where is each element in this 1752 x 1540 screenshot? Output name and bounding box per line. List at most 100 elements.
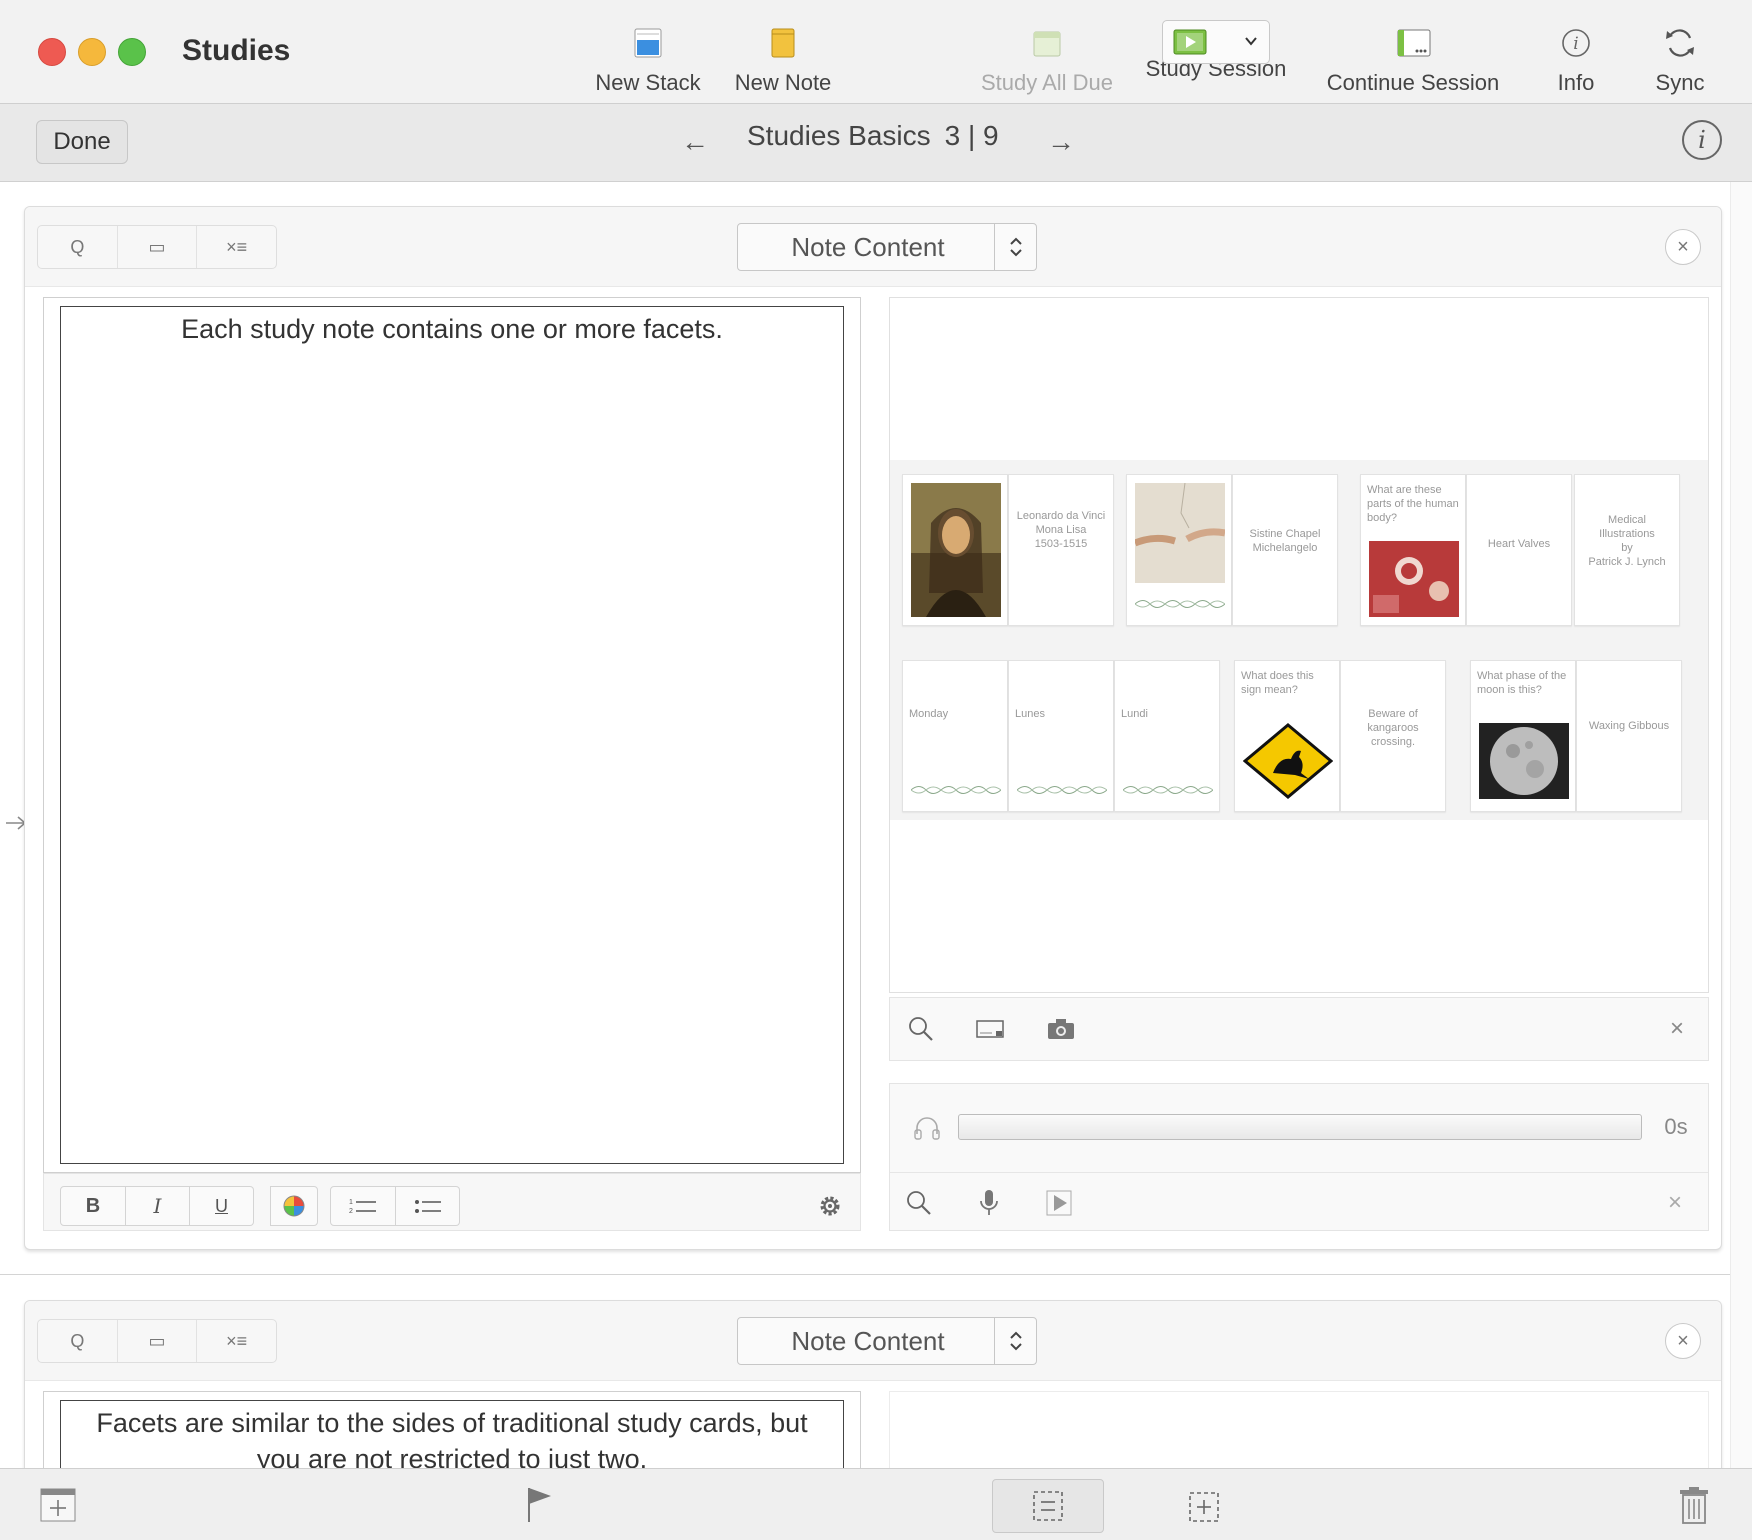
svg-text:2: 2	[349, 1208, 353, 1215]
media-card: Beware of kangaroos crossing.	[1340, 660, 1446, 812]
card-view-button[interactable]	[992, 1479, 1104, 1533]
info-icon: i	[1561, 26, 1591, 60]
bold-button[interactable]: B	[60, 1186, 126, 1226]
study-session-split-button[interactable]	[1162, 20, 1270, 64]
text-editor-frame: Each study note contains one or more fac…	[60, 306, 844, 1164]
previous-note-button[interactable]: ←	[670, 122, 720, 162]
note-info-button[interactable]: i	[1682, 120, 1722, 160]
facet-card: Q ▭ ×≡ Note Content × Each study note co…	[24, 206, 1722, 1250]
question-mode-segment[interactable]: Q	[38, 226, 118, 268]
kangaroo-sign-image	[1243, 723, 1333, 799]
media-card: What does this sign mean?	[1234, 660, 1340, 812]
media-card: Heart Valves	[1466, 474, 1572, 626]
media-card: Lundi	[1114, 660, 1220, 812]
new-note-button[interactable]: New Note	[718, 0, 848, 104]
session-play-icon	[1173, 29, 1207, 55]
flag-icon[interactable]	[518, 1479, 558, 1529]
continue-session-button[interactable]: Continue Session	[1308, 0, 1518, 104]
audio-waveform-icon	[911, 786, 1001, 794]
facet-type-popup[interactable]: Note Content	[737, 223, 1037, 271]
note-position-title: Studies Basics 3 | 9	[747, 120, 999, 152]
notebook-icon	[1395, 26, 1431, 60]
image-frame-icon[interactable]	[974, 1012, 1008, 1046]
window-title: Studies	[182, 34, 291, 67]
facet-text-editor[interactable]: Each study note contains one or more fac…	[43, 297, 861, 1173]
facet-mode-segmented-control[interactable]: Q ▭ ×≡	[37, 225, 277, 269]
microphone-icon[interactable]	[972, 1186, 1006, 1220]
text-style-group: B I U	[60, 1186, 254, 1226]
trash-icon[interactable]	[1672, 1481, 1716, 1529]
media-card: Sistine Chapel Michelangelo	[1232, 474, 1338, 626]
remove-image-icon[interactable]: ×	[1660, 1012, 1694, 1046]
sync-icon	[1663, 26, 1697, 60]
new-stack-button[interactable]: New Stack	[578, 0, 718, 104]
facet-type-popup[interactable]: Note Content	[737, 1317, 1037, 1365]
info-button[interactable]: i Info	[1538, 0, 1614, 104]
camera-icon[interactable]	[1044, 1012, 1078, 1046]
italic-button[interactable]: I	[126, 1186, 190, 1226]
card-mode-segment[interactable]: ▭	[118, 1320, 198, 1362]
facet-text[interactable]: Facets are similar to the sides of tradi…	[81, 1405, 823, 1477]
study-all-due-button[interactable]: Study All Due	[962, 0, 1132, 104]
list-group: 12	[330, 1186, 460, 1226]
audio-waveform-icon	[1123, 786, 1213, 794]
color-group	[270, 1186, 318, 1226]
stack-name: Studies Basics	[747, 120, 931, 151]
new-note-icon	[771, 26, 795, 60]
facet-mode-segmented-control[interactable]: Q ▭ ×≡	[37, 1319, 277, 1363]
numbered-list-icon[interactable]: 12	[330, 1186, 396, 1226]
media-card: Leonardo da Vinci Mona Lisa 1503-1515	[1008, 474, 1114, 626]
moon-image	[1479, 723, 1569, 799]
zoom-window-button[interactable]	[118, 38, 146, 66]
next-note-button[interactable]: →	[1036, 122, 1086, 162]
close-facet-button[interactable]: ×	[1665, 229, 1701, 265]
add-card-icon[interactable]	[1180, 1483, 1228, 1531]
bullet-list-icon[interactable]	[396, 1186, 460, 1226]
clear-format-segment[interactable]: ×≡	[197, 1320, 276, 1362]
zoom-audio-icon[interactable]	[902, 1186, 936, 1220]
done-button[interactable]: Done	[36, 120, 128, 164]
underline-button[interactable]: U	[190, 1186, 254, 1226]
up-down-chevron-icon[interactable]	[994, 224, 1036, 270]
audio-waveform-icon	[1017, 786, 1107, 794]
facet-type-label: Note Content	[791, 231, 945, 262]
chevron-down-icon[interactable]	[1243, 33, 1259, 49]
close-window-button[interactable]	[38, 38, 66, 66]
minimize-window-button[interactable]	[78, 38, 106, 66]
facet-header: Q ▭ ×≡ Note Content ×	[25, 207, 1721, 287]
window-toolbar: Studies New Stack New Note Study All Due…	[0, 0, 1752, 104]
add-facet-icon[interactable]	[36, 1483, 80, 1527]
up-down-chevron-icon[interactable]	[994, 1318, 1036, 1364]
audio-progress-bar[interactable]	[958, 1114, 1642, 1140]
question-mode-segment[interactable]: Q	[38, 1320, 118, 1362]
mona-lisa-image	[911, 483, 1001, 617]
audio-area: 0s ×	[889, 1083, 1709, 1231]
vertical-scrollbar[interactable]	[1730, 182, 1752, 1468]
zoom-image-icon[interactable]	[904, 1012, 938, 1046]
sync-button[interactable]: Sync	[1632, 0, 1728, 104]
media-preview-image: Leonardo da Vinci Mona Lisa 1503-1515 Si…	[890, 460, 1708, 820]
gear-icon[interactable]	[812, 1188, 848, 1224]
color-wheel-icon[interactable]	[270, 1186, 318, 1226]
card-mode-segment[interactable]: ▭	[118, 226, 198, 268]
calendar-icon	[1033, 26, 1061, 60]
media-card: Waxing Gibbous	[1576, 660, 1682, 812]
media-card: Monday	[902, 660, 1008, 812]
study-session-button[interactable]: Study Session	[1134, 0, 1298, 104]
note-navigation-bar: Done ← Studies Basics 3 | 9 → i	[0, 104, 1752, 182]
facet-text[interactable]: Each study note contains one or more fac…	[81, 311, 823, 347]
note-position: 3 | 9	[944, 120, 999, 151]
clear-format-segment[interactable]: ×≡	[197, 226, 276, 268]
headphones-icon[interactable]	[912, 1114, 942, 1142]
play-icon[interactable]	[1042, 1186, 1076, 1220]
audio-duration: 0s	[1664, 1114, 1688, 1139]
facet-image-area[interactable]: Leonardo da Vinci Mona Lisa 1503-1515 Si…	[889, 297, 1709, 993]
remove-audio-icon[interactable]: ×	[1658, 1186, 1692, 1220]
facet-divider	[0, 1274, 1730, 1275]
new-stack-icon	[634, 26, 662, 60]
close-facet-button[interactable]: ×	[1665, 1323, 1701, 1359]
media-card: Medical Illustrations by Patrick J. Lync…	[1574, 474, 1680, 626]
text-format-bar: B I U 12	[43, 1173, 861, 1231]
media-card: Lunes	[1008, 660, 1114, 812]
image-tool-bar: ×	[889, 997, 1709, 1061]
